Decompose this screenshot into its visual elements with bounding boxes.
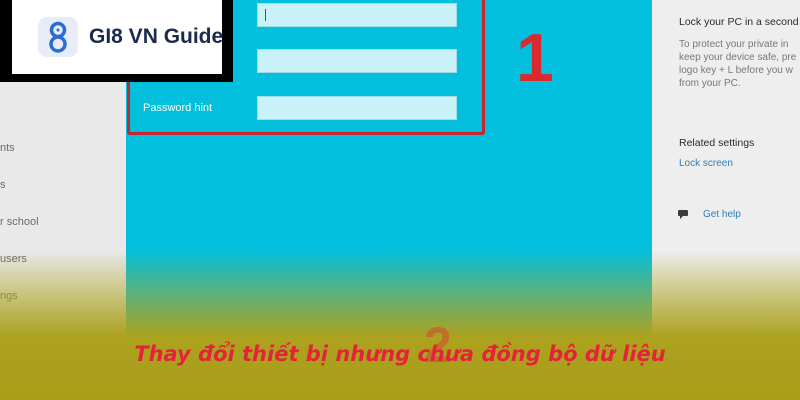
chat-help-icon — [678, 210, 688, 219]
nav-item[interactable]: s — [0, 179, 6, 191]
password-hint-label: Password hint — [143, 102, 213, 114]
lock-screen-link[interactable]: Lock screen — [679, 158, 733, 169]
lock-pc-heading: Lock your PC in a second — [679, 16, 799, 28]
lock-pc-description: To protect your private in keep your dev… — [679, 38, 800, 90]
nav-item[interactable]: r school — [0, 216, 39, 228]
description-line: from your PC. — [679, 78, 741, 89]
step-marker-1: 1 — [516, 20, 554, 96]
caption-background — [0, 250, 800, 400]
logo-badge: GI8 VN Guide — [0, 0, 233, 82]
get-help-link[interactable]: Get help — [703, 209, 741, 220]
description-line: keep your device safe, pre — [679, 52, 797, 63]
brand-logo-icon — [38, 17, 78, 57]
password-field[interactable] — [257, 3, 457, 27]
caption-text: Thay đổi thiết bị nhưng chưa đồng bộ dữ … — [134, 342, 666, 366]
text-caret — [265, 9, 266, 21]
password-hint-field[interactable] — [257, 96, 457, 120]
nav-item[interactable]: nts — [0, 142, 15, 154]
description-line: To protect your private in — [679, 39, 789, 50]
related-settings-title: Related settings — [679, 137, 755, 149]
description-line: logo key + L before you w — [679, 65, 793, 76]
logo-panel: GI8 VN Guide — [12, 0, 224, 74]
confirm-password-field[interactable] — [257, 49, 457, 73]
brand-name: GI8 VN Guide — [89, 25, 224, 48]
